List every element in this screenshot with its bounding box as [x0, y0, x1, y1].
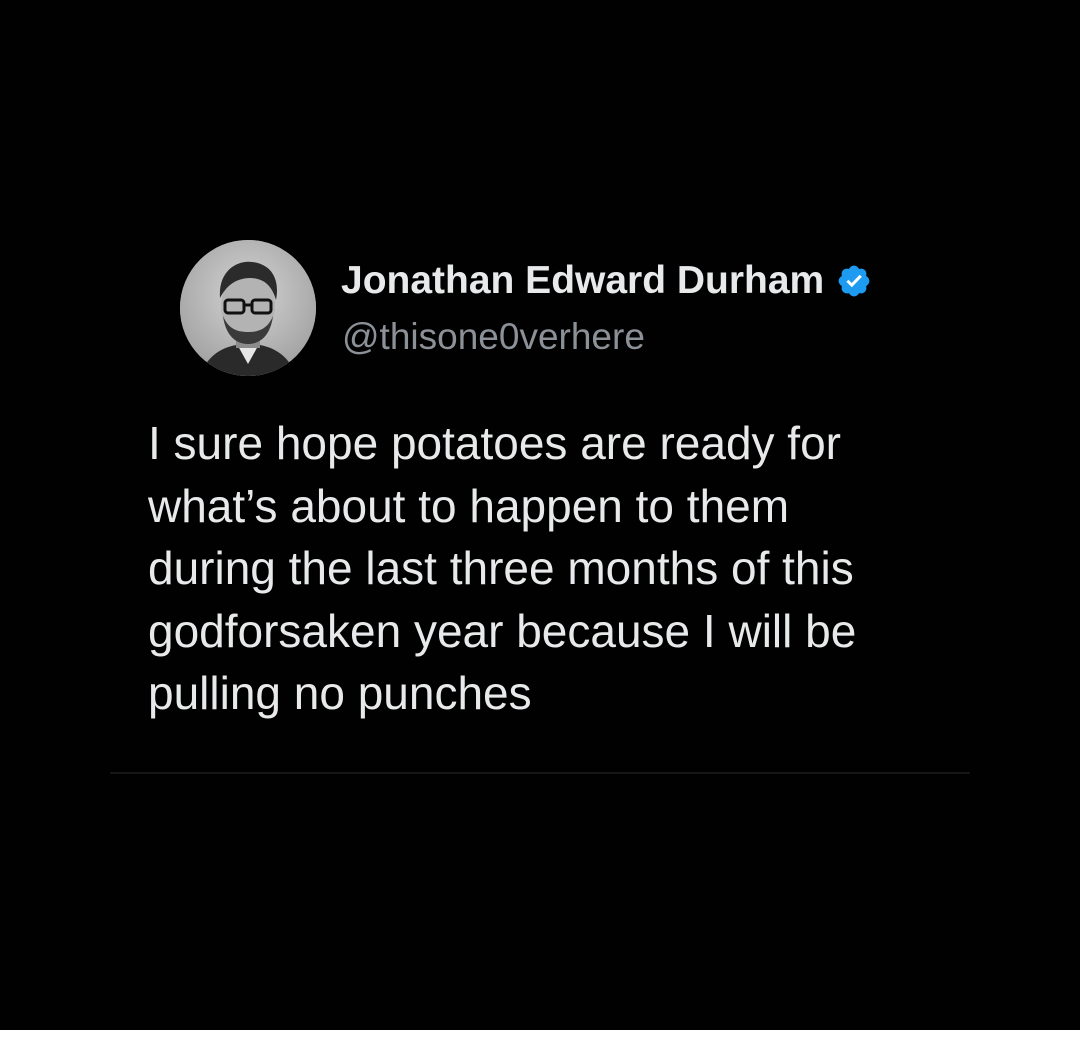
display-name-text: Jonathan Edward Durham — [341, 259, 825, 302]
avatar-photo-icon — [180, 240, 316, 376]
author-display-name[interactable]: Jonathan Edward Durham — [341, 257, 872, 305]
author-handle[interactable]: @thisone0verhere — [342, 314, 645, 360]
verified-badge-icon — [836, 263, 872, 299]
tweet-body-text: I sure hope potatoes are ready for what’… — [148, 417, 857, 719]
avatar[interactable] — [180, 240, 316, 376]
divider — [110, 772, 970, 774]
tweet-screenshot: Jonathan Edward Durham @thisone0verhere … — [0, 0, 1080, 1030]
